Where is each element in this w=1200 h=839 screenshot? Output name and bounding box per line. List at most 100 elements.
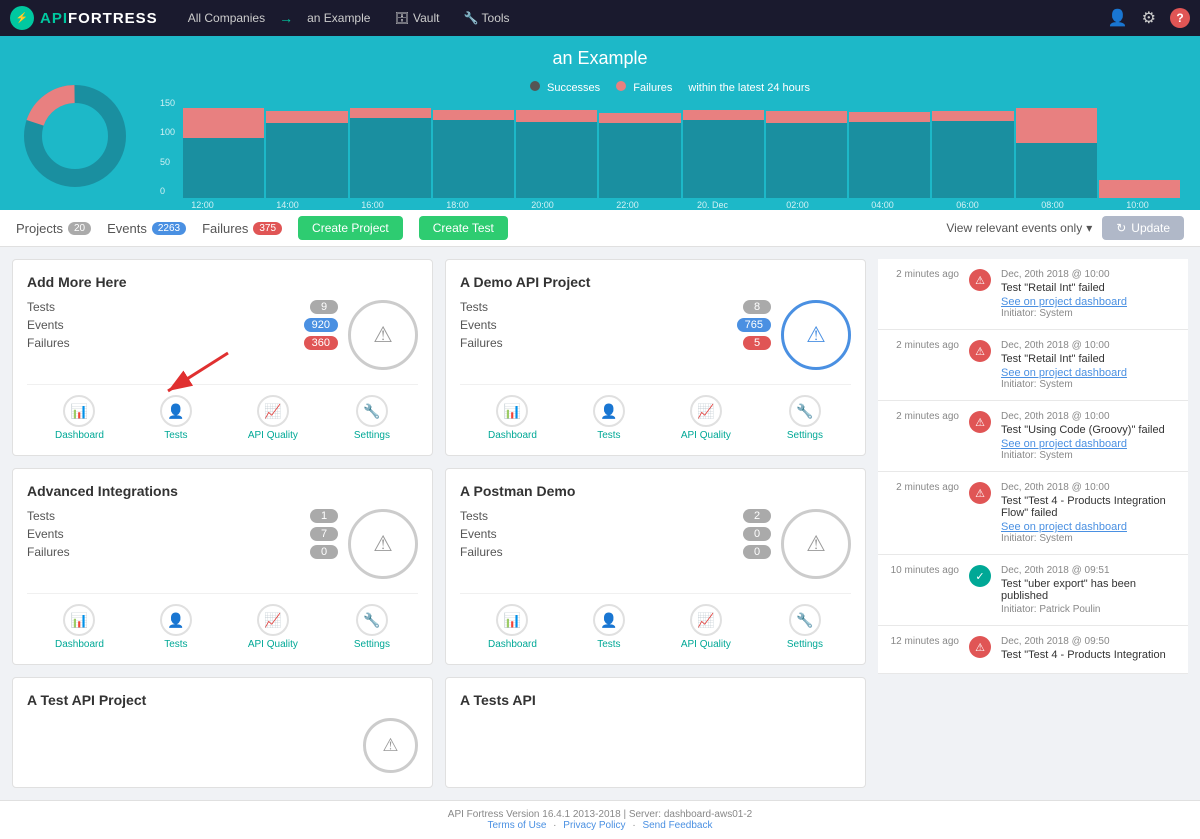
gear-icon[interactable]: ⚙ — [1142, 8, 1156, 28]
event-time: 2 minutes ago — [884, 269, 959, 280]
alert-icon: ⚠ — [969, 269, 991, 291]
create-project-button[interactable]: Create Project — [298, 216, 403, 240]
card-action-settings[interactable]: 🔧 Settings — [787, 604, 823, 650]
event-content: Dec, 20th 2018 @ 09:51 Test "uber export… — [1001, 565, 1182, 615]
card-action-settings[interactable]: 🔧 Settings — [354, 604, 390, 650]
event-content: Dec, 20th 2018 @ 09:50 Test "Test 4 - Pr… — [1001, 636, 1182, 663]
donut-chart — [20, 81, 140, 201]
event-link[interactable]: See on project dashboard — [1001, 438, 1182, 450]
create-test-button[interactable]: Create Test — [419, 216, 508, 240]
project-card-advanced-integrations: Advanced Integrations Tests1 Events7 Fai… — [12, 468, 433, 665]
project-card-add-more-here: Add More Here Tests9 Events920 Failures3… — [12, 259, 433, 456]
alert-icon: ⚠ — [969, 482, 991, 504]
card-title: Advanced Integrations — [27, 483, 418, 499]
card-title: A Postman Demo — [460, 483, 851, 499]
api-quality-icon: 📈 — [257, 604, 289, 636]
project-card-test-api: A Test API Project ⚠ — [12, 677, 433, 788]
alert-circle: ⚠ — [348, 300, 418, 370]
failures-badge: 375 — [253, 222, 282, 235]
chart-area: Successes Failures within the latest 24 … — [0, 75, 1200, 210]
nav-right: 👤 ⚙ ? — [1108, 8, 1190, 28]
card-title: A Tests API — [460, 692, 851, 708]
event-content: Dec, 20th 2018 @ 10:00 Test "Test 4 - Pr… — [1001, 482, 1182, 544]
tab-projects[interactable]: Projects 20 — [16, 221, 91, 236]
event-item: 2 minutes ago ⚠ Dec, 20th 2018 @ 10:00 T… — [878, 330, 1188, 401]
view-filter[interactable]: View relevant events only ▾ — [946, 221, 1092, 235]
project-card-demo-api: A Demo API Project Tests8 Events765 Fail… — [445, 259, 866, 456]
event-item: 12 minutes ago ⚠ Dec, 20th 2018 @ 09:50 … — [878, 626, 1188, 674]
legend-suffix: within the latest 24 hours — [688, 82, 810, 94]
chart-legend: Successes Failures within the latest 24 … — [160, 81, 1180, 94]
card-action-api-quality[interactable]: 📈 API Quality — [681, 604, 731, 650]
event-link[interactable]: See on project dashboard — [1001, 521, 1182, 533]
sub-nav-tabs: Projects 20 Events 2263 Failures 375 Cre… — [16, 216, 930, 240]
card-action-settings[interactable]: 🔧 Settings — [787, 395, 823, 441]
card-action-dashboard[interactable]: 📊 Dashboard — [488, 604, 537, 650]
card-action-dashboard[interactable]: 📊 Dashboard — [55, 604, 104, 650]
dashboard-icon: 📊 — [63, 395, 95, 427]
events-panel: 2 minutes ago ⚠ Dec, 20th 2018 @ 10:00 T… — [878, 259, 1188, 788]
settings-icon: 🔧 — [356, 395, 388, 427]
header-bar: an Example Successes Failu — [0, 36, 1200, 210]
event-link[interactable]: See on project dashboard — [1001, 367, 1182, 379]
top-nav: ⚡ APIFORTRESS All Companies → an Example… — [0, 0, 1200, 36]
projects-grid: Add More Here Tests9 Events920 Failures3… — [12, 259, 866, 788]
legend-failures: Failures — [616, 81, 672, 94]
card-body: Tests1 Events7 Failures0 ⚠ — [27, 509, 418, 579]
nav-items: All Companies → an Example 🗄 Vault 🔧 Too… — [178, 7, 1108, 29]
card-action-dashboard[interactable]: 📊 Dashboard — [488, 395, 537, 441]
nav-an-example[interactable]: an Example — [297, 7, 380, 29]
alert-circle: ⚠ — [781, 509, 851, 579]
api-quality-icon: 📈 — [257, 395, 289, 427]
card-action-tests[interactable]: 👤 Tests — [160, 604, 192, 650]
event-content: Dec, 20th 2018 @ 10:00 Test "Using Code … — [1001, 411, 1182, 461]
logo[interactable]: ⚡ APIFORTRESS — [10, 6, 158, 30]
tests-icon: 👤 — [593, 604, 625, 636]
chart-x-labels: 12:00 14:00 16:00 18:00 20:00 22:00 20. … — [160, 200, 1180, 210]
tab-failures[interactable]: Failures 375 — [202, 221, 282, 236]
nav-vault[interactable]: 🗄 Vault — [384, 7, 449, 29]
api-quality-icon: 📈 — [690, 604, 722, 636]
event-time: 10 minutes ago — [884, 565, 959, 576]
card-action-api-quality[interactable]: 📈 API Quality — [248, 395, 298, 441]
alert-circle: ⚠ — [348, 509, 418, 579]
nav-all-companies[interactable]: All Companies — [178, 7, 275, 29]
events-badge: 2263 — [152, 222, 186, 235]
card-action-tests[interactable]: 👤 Tests — [593, 395, 625, 441]
footer-terms[interactable]: Terms of Use — [488, 820, 547, 831]
card-actions: 📊 Dashboard 👤 Tests 📈 API Quality 🔧 Sett… — [27, 384, 418, 441]
event-link[interactable]: See on project dashboard — [1001, 296, 1182, 308]
alert-icon: ⚠ — [969, 411, 991, 433]
card-actions: 📊 Dashboard 👤 Tests 📈 API Quality 🔧 Sett… — [27, 593, 418, 650]
dashboard-icon: 📊 — [63, 604, 95, 636]
help-icon[interactable]: ? — [1170, 8, 1190, 28]
dashboard-icon: 📊 — [496, 604, 528, 636]
dashboard-icon: 📊 — [496, 395, 528, 427]
card-action-settings[interactable]: 🔧 Settings — [354, 395, 390, 441]
user-icon[interactable]: 👤 — [1108, 8, 1128, 28]
footer-privacy[interactable]: Privacy Policy — [563, 820, 625, 831]
event-content: Dec, 20th 2018 @ 10:00 Test "Retail Int"… — [1001, 269, 1182, 319]
alert-icon: ⚠ — [969, 636, 991, 658]
card-action-tests[interactable]: 👤 Tests — [160, 395, 192, 441]
tab-events[interactable]: Events 2263 — [107, 221, 186, 236]
event-item: 10 minutes ago ✓ Dec, 20th 2018 @ 09:51 … — [878, 555, 1188, 626]
event-time: 12 minutes ago — [884, 636, 959, 647]
card-actions: 📊 Dashboard 👤 Tests 📈 API Quality 🔧 Sett… — [460, 593, 851, 650]
refresh-icon: ↻ — [1116, 221, 1126, 235]
card-stats — [27, 718, 353, 773]
alert-icon: ⚠ — [969, 340, 991, 362]
card-action-dashboard[interactable]: 📊 Dashboard — [55, 395, 104, 441]
nav-arrow: → — [279, 10, 293, 26]
nav-tools[interactable]: 🔧 Tools — [453, 7, 519, 29]
card-action-api-quality[interactable]: 📈 API Quality — [681, 395, 731, 441]
main-content: Add More Here Tests9 Events920 Failures3… — [0, 247, 1200, 800]
donut-svg — [20, 81, 130, 191]
footer-feedback[interactable]: Send Feedback — [642, 820, 712, 831]
card-action-api-quality[interactable]: 📈 API Quality — [248, 604, 298, 650]
bar-chart-container: Successes Failures within the latest 24 … — [160, 81, 1180, 210]
update-button[interactable]: ↻ Update — [1102, 216, 1184, 240]
card-stats: Tests9 Events920 Failures360 — [27, 300, 338, 370]
sub-nav-right: View relevant events only ▾ ↻ Update — [946, 216, 1184, 240]
card-action-tests[interactable]: 👤 Tests — [593, 604, 625, 650]
